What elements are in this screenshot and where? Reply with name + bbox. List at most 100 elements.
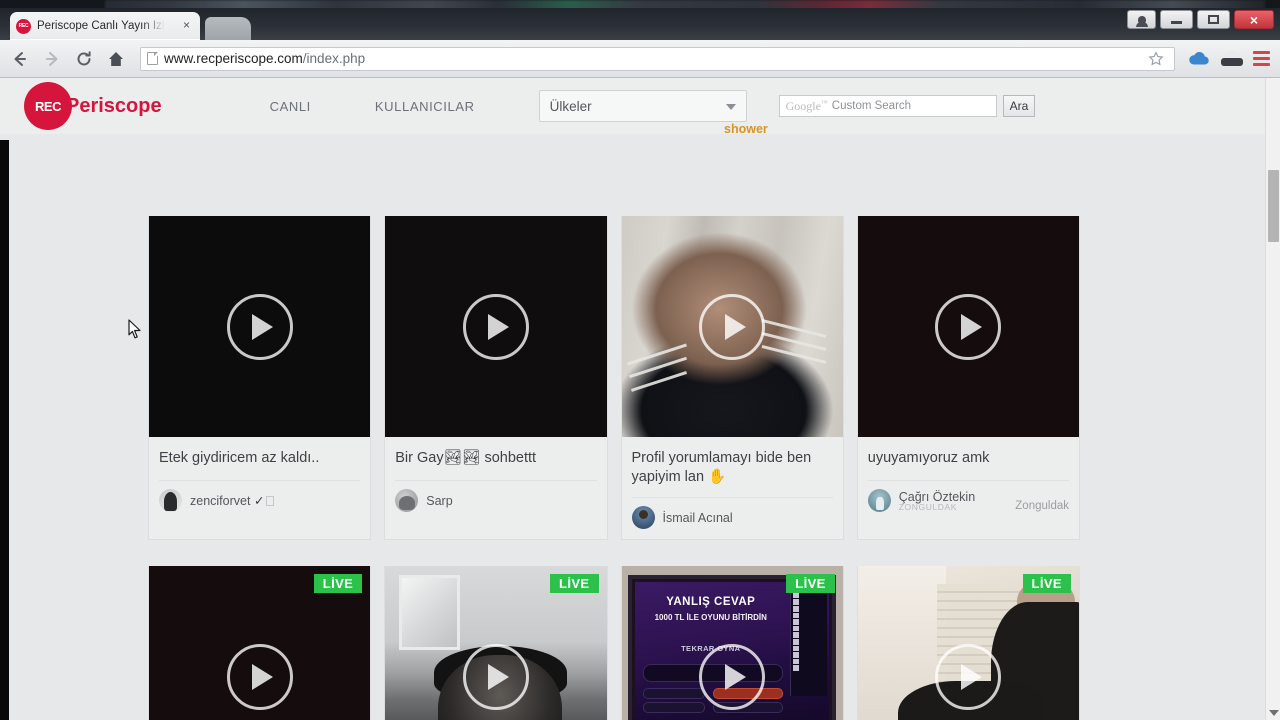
tag-word-shower[interactable]: shower [724, 122, 768, 136]
stream-thumbnail[interactable] [857, 216, 1079, 438]
stream-card[interactable]: LİVE Dudududu [148, 566, 372, 720]
stream-card[interactable]: Etek giydiricem az kaldı.. zenciforvet ✓ [148, 216, 372, 541]
browser-tab-strip: REC Periscope Canlı Yayın İzle × × [0, 8, 1280, 40]
country-select-value: Ülkeler [549, 98, 592, 114]
stream-thumbnail[interactable] [385, 216, 607, 438]
scrollbar-thumb[interactable] [1268, 170, 1279, 242]
play-icon[interactable] [935, 643, 1002, 710]
reload-icon[interactable] [72, 47, 96, 71]
live-badge: LİVE [786, 574, 835, 594]
stream-card[interactable]: LİVE foşurt [384, 566, 608, 720]
stream-username: Çağrı Öztekin ZONGULDAK [898, 489, 976, 512]
play-icon[interactable] [462, 643, 529, 710]
chevron-down-icon [725, 104, 736, 110]
minimize-icon [1171, 21, 1182, 24]
maximize-icon [1208, 15, 1219, 24]
play-icon[interactable] [226, 293, 293, 360]
logo-wordmark: Periscope [66, 94, 162, 117]
home-icon[interactable] [104, 47, 128, 71]
avatar [867, 489, 891, 513]
search-button[interactable]: Ara [1002, 95, 1036, 117]
incognito-glasses [1221, 57, 1243, 66]
stream-thumbnail[interactable]: LİVE [857, 566, 1079, 720]
stream-user-row[interactable]: Çağrı Öztekin ZONGULDAK Zonguldak [867, 480, 1069, 522]
avatar [159, 489, 182, 513]
stream-thumbnail[interactable] [621, 216, 843, 438]
user-profile-button[interactable] [1127, 10, 1156, 29]
browser-tab[interactable]: REC Periscope Canlı Yayın İzle × [10, 12, 200, 40]
stream-thumbnail[interactable]: LİVE [149, 566, 371, 720]
bookmark-star-icon[interactable] [1144, 47, 1168, 71]
forward-arrow-icon [40, 47, 64, 71]
close-button[interactable]: × [1234, 10, 1274, 29]
live-badge: LİVE [313, 574, 363, 594]
stream-thumbnail[interactable]: LİVE [385, 566, 607, 720]
stream-card[interactable]: YANLIŞ CEVAP 1000 TL İLE OYUNU BİTİRDİN … [620, 566, 844, 720]
window-controls: × [1127, 10, 1274, 29]
live-badge: LİVE [550, 574, 599, 594]
close-icon: × [1249, 11, 1259, 28]
user-icon [1135, 15, 1148, 27]
play-icon[interactable] [462, 293, 529, 360]
tv-line-2: 1000 TL İLE OYUNU BİTİRDİN [654, 613, 767, 623]
stream-user-row[interactable]: İsmail Acınal [631, 497, 833, 539]
live-badge: LİVE [1022, 574, 1071, 594]
search-placeholder: Custom Search [831, 100, 912, 112]
nav-item-kullanicilar[interactable]: KULLANICILAR [375, 99, 475, 114]
search-area: Google™ Custom Search Ara [778, 95, 1036, 117]
maximize-button[interactable] [1197, 10, 1230, 29]
stream-title: Profil yorumlamayı bide ben yapiyim lan … [631, 450, 812, 486]
play-icon[interactable] [935, 293, 1002, 360]
cloud-icon[interactable] [1187, 47, 1211, 71]
page-viewport: REC Periscope CANLI KULLANICILAR Ülkeler… [0, 78, 1280, 720]
country-select[interactable]: Ülkeler [538, 90, 747, 122]
nav-item-canli[interactable]: CANLI [270, 99, 311, 114]
mouse-cursor [128, 319, 141, 339]
stream-card[interactable]: Bir Gay🏞🏞 sohbettt Sarp [384, 216, 608, 541]
scrollbar-down-arrow-icon[interactable] [1269, 710, 1279, 716]
play-icon[interactable] [699, 643, 766, 710]
vertical-scrollbar[interactable] [1265, 78, 1280, 720]
avatar [395, 489, 419, 513]
stream-grid: Etek giydiricem az kaldı.. zenciforvet ✓… [148, 216, 1080, 720]
stream-username: zenciforvet ✓ [190, 493, 275, 508]
hamburger-menu-icon[interactable] [1253, 51, 1270, 66]
page-info-icon [147, 52, 158, 65]
play-icon[interactable] [226, 643, 293, 710]
page-left-edge-strip [0, 140, 9, 720]
tab-close-icon[interactable]: × [180, 19, 193, 32]
stream-thumbnail[interactable]: YANLIŞ CEVAP 1000 TL İLE OYUNU BİTİRDİN … [621, 566, 843, 720]
stream-card[interactable]: uyuyamıyoruz amk Çağrı Öztekin ZONGULDAK … [856, 216, 1080, 541]
url-text: www.recperiscope.com/index.php [164, 51, 366, 66]
avatar [631, 506, 655, 530]
browser-toolbar: www.recperiscope.com/index.php [0, 40, 1280, 78]
stream-location: Zonguldak [1015, 500, 1069, 513]
site-header: REC Periscope CANLI KULLANICILAR Ülkeler… [0, 78, 1280, 136]
stream-username: İsmail Acınal [662, 510, 733, 525]
back-arrow-icon[interactable] [8, 47, 32, 71]
tv-line-1: YANLIŞ CEVAP [666, 596, 756, 609]
minimize-button[interactable] [1160, 10, 1193, 29]
address-bar[interactable]: www.recperiscope.com/index.php [140, 46, 1175, 71]
stream-title: uyuyamıyoruz amk [867, 450, 990, 467]
logo-badge: REC [24, 82, 72, 130]
tab-title: Periscope Canlı Yayın İzle [37, 20, 165, 32]
stream-card[interactable]: Profil yorumlamayı bide ben yapiyim lan … [620, 216, 844, 541]
stream-title: Bir Gay🏞🏞 sohbettt [395, 450, 537, 467]
toolbar-right-icons [1187, 47, 1272, 71]
stream-row: LİVE Dudududu LİVE foşurt [148, 566, 1080, 720]
play-icon[interactable] [699, 293, 766, 360]
tab-favicon: REC [16, 18, 31, 34]
google-brand-label: Google™ [785, 98, 828, 113]
stream-user-row[interactable]: Sarp [395, 480, 597, 522]
stream-row: Etek giydiricem az kaldı.. zenciforvet ✓… [148, 216, 1080, 541]
search-input[interactable]: Google™ Custom Search [778, 95, 997, 117]
new-tab-button[interactable] [205, 17, 251, 40]
browser-window: REC Periscope Canlı Yayın İzle × × www.r… [0, 8, 1280, 720]
stream-user-row[interactable]: zenciforvet ✓ [159, 480, 361, 522]
stream-thumbnail[interactable] [149, 216, 371, 438]
stream-title: Etek giydiricem az kaldı.. [159, 450, 320, 467]
stream-card[interactable]: LİVE Güvenlik alemi napiyonuz canımız sı… [856, 566, 1080, 720]
site-logo[interactable]: REC Periscope [24, 82, 162, 130]
incognito-icon[interactable] [1221, 50, 1243, 67]
